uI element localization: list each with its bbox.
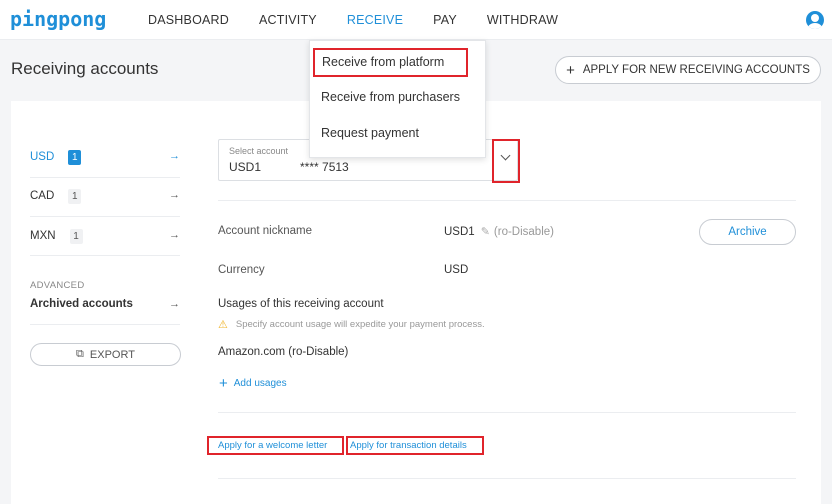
warning-icon: ⚠ bbox=[218, 319, 228, 331]
arrow-right-icon: → bbox=[169, 298, 180, 310]
sidebar-item-cad[interactable]: CAD 1 → bbox=[30, 176, 180, 216]
top-bar: pingpong DASHBOARD ACTIVITY RECEIVE PAY … bbox=[0, 0, 832, 40]
plus-icon: + bbox=[566, 61, 575, 79]
nav-pay[interactable]: PAY bbox=[433, 0, 457, 40]
export-label: EXPORT bbox=[89, 348, 135, 361]
apply-new-account-button[interactable]: + APPLY FOR NEW RECEIVING ACCOUNTS bbox=[555, 56, 821, 84]
nav-dashboard[interactable]: DASHBOARD bbox=[148, 0, 229, 40]
account-count-badge: 1 bbox=[68, 188, 82, 204]
sidebar-item-mxn[interactable]: MXN 1 → bbox=[30, 216, 180, 256]
menu-item-receive-from-purchasers[interactable]: Receive from purchasers bbox=[321, 90, 460, 104]
select-account-value: USD1 bbox=[229, 160, 262, 174]
sidebar-divider bbox=[30, 255, 180, 256]
currency-label: Currency bbox=[218, 264, 265, 276]
arrow-right-icon: → bbox=[169, 189, 180, 201]
currency-code: USD bbox=[30, 151, 55, 163]
section-divider bbox=[218, 478, 796, 479]
nav-receive[interactable]: RECEIVE bbox=[347, 0, 403, 40]
usages-warning: ⚠ Specify account usage will expedite yo… bbox=[218, 318, 485, 331]
nickname-label: Account nickname bbox=[218, 225, 312, 237]
plus-icon: + bbox=[219, 375, 228, 392]
pencil-icon[interactable]: ✎ bbox=[481, 226, 490, 238]
usage-item: Amazon.com (ro-Disable) bbox=[218, 346, 349, 358]
nav-withdraw[interactable]: WITHDRAW bbox=[487, 0, 558, 40]
arrow-right-icon: → bbox=[169, 229, 180, 241]
account-count-badge: 1 bbox=[68, 149, 82, 165]
archive-button[interactable]: Archive bbox=[699, 219, 796, 245]
currency-code: MXN bbox=[30, 230, 56, 242]
sidebar-item-usd[interactable]: USD 1 → bbox=[30, 137, 180, 177]
apply-button-label: APPLY FOR NEW RECEIVING ACCOUNTS bbox=[582, 64, 810, 76]
select-account-label: Select account bbox=[229, 146, 289, 156]
menu-item-request-payment[interactable]: Request payment bbox=[321, 126, 419, 140]
archived-accounts-label: Archived accounts bbox=[30, 298, 133, 310]
add-usages-label: Add usages bbox=[233, 378, 287, 389]
sidebar-divider bbox=[30, 324, 180, 325]
account-count-badge: 1 bbox=[69, 228, 83, 244]
currency-code: CAD bbox=[30, 190, 55, 202]
nickname-disabled-tag: (ro-Disable) bbox=[493, 226, 554, 238]
archived-accounts-link[interactable]: Archived accounts → bbox=[30, 298, 180, 310]
nickname-value-row: USD1 ✎ (ro-Disable) bbox=[444, 225, 554, 238]
user-avatar-icon[interactable] bbox=[806, 11, 824, 29]
currency-value: USD bbox=[444, 264, 469, 276]
arrow-right-icon: → bbox=[169, 150, 180, 162]
pingpong-logo[interactable]: pingpong bbox=[10, 7, 106, 31]
receive-dropdown-menu: Receive from platform Receive from purch… bbox=[309, 40, 486, 158]
welcome-letter-link[interactable]: Apply for a welcome letter bbox=[207, 436, 344, 455]
external-link-icon: ⧉ bbox=[76, 348, 84, 360]
advanced-label: ADVANCED bbox=[30, 280, 85, 291]
usages-label: Usages of this receiving account bbox=[218, 298, 384, 310]
main-nav: DASHBOARD ACTIVITY RECEIVE PAY WITHDRAW bbox=[148, 0, 588, 40]
nav-activity[interactable]: ACTIVITY bbox=[259, 0, 317, 40]
chevron-down-icon bbox=[500, 150, 511, 161]
nickname-value: USD1 bbox=[444, 226, 475, 238]
export-button[interactable]: ⧉ EXPORT bbox=[30, 343, 181, 366]
page-title: Receiving accounts bbox=[11, 59, 159, 78]
select-account-number: **** 7513 bbox=[300, 160, 349, 174]
section-divider bbox=[218, 200, 796, 201]
section-divider bbox=[218, 412, 796, 413]
account-select-toggle[interactable] bbox=[492, 139, 520, 183]
usages-warning-text: Specify account usage will expedite your… bbox=[235, 319, 485, 330]
menu-item-receive-from-platform[interactable]: Receive from platform bbox=[313, 48, 468, 77]
add-usages-button[interactable]: + Add usages bbox=[219, 375, 287, 392]
transaction-details-link[interactable]: Apply for transaction details bbox=[346, 436, 484, 455]
